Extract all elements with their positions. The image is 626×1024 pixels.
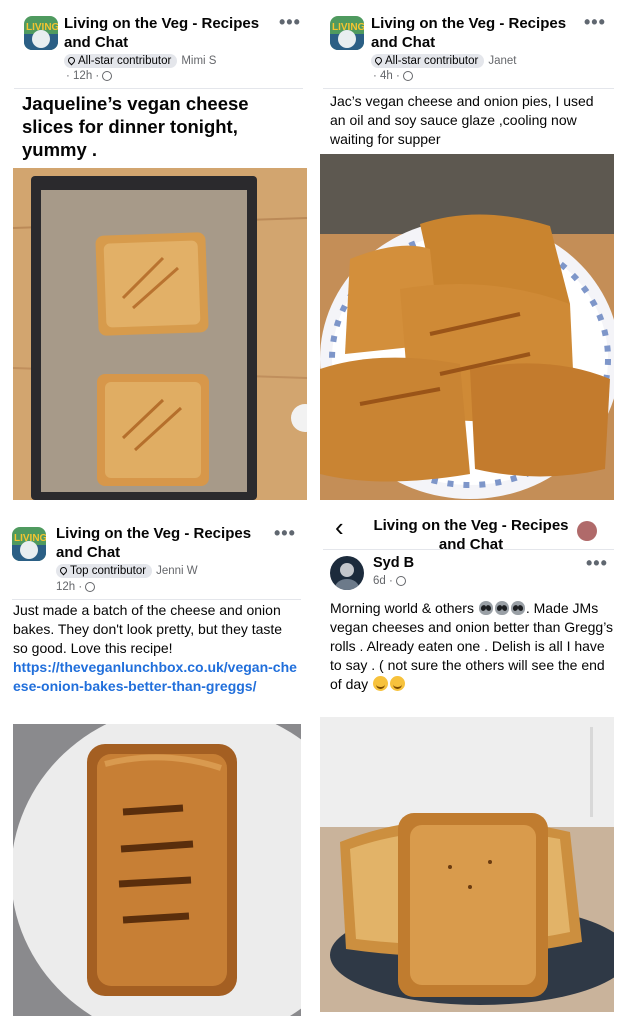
svg-text:LIVING: LIVING (26, 22, 58, 33)
author-name[interactable]: Janet (488, 55, 516, 67)
smile-emoji-icon (390, 676, 406, 691)
post-card-3: LIVING Living on the Veg - Recipes and C… (0, 513, 313, 1024)
award-pin-icon (58, 565, 69, 576)
more-dots-icon[interactable]: ••• (279, 12, 301, 33)
header-title: Living on the Veg - Recipes and Chat (373, 517, 569, 552)
post-card-2: LIVING Living on the Veg - Recipes and C… (313, 0, 626, 505)
post-card-4: ‹ Living on the Veg - Recipes and Chat S… (313, 505, 626, 1024)
divider (323, 549, 614, 550)
post-caption: Just made a batch of the cheese and onio… (13, 602, 297, 696)
group-name[interactable]: Living on the Veg - Recipes and Chat (64, 14, 276, 52)
svg-text:LIVING: LIVING (332, 22, 364, 33)
globe-icon (395, 576, 406, 586)
post-time[interactable]: · 4h · (373, 70, 413, 82)
profile-avatar[interactable] (577, 521, 597, 541)
group-name[interactable]: Living on the Veg - Recipes and Chat (371, 14, 583, 52)
contributor-badge[interactable]: Top contributor (56, 564, 153, 578)
contributor-badge[interactable]: All-star contributor (371, 54, 485, 68)
author-name[interactable]: Syd B (373, 555, 414, 571)
alien-emoji-icon (494, 601, 509, 615)
post-photo[interactable] (320, 717, 614, 1012)
award-pin-icon (66, 55, 77, 66)
post-time[interactable]: · 12h · (66, 70, 113, 82)
author-avatar[interactable] (330, 556, 364, 590)
more-dots-icon[interactable]: ••• (584, 12, 606, 33)
post-photo[interactable] (13, 724, 301, 1016)
divider (14, 88, 303, 89)
post-time[interactable]: 12h · (56, 581, 96, 593)
post-caption: Jaqueline’s vegan cheese slices for dinn… (22, 93, 249, 160)
globe-icon (402, 71, 413, 81)
smile-emoji-icon (373, 676, 389, 691)
author-name[interactable]: Mimi S (181, 55, 216, 67)
more-dots-icon[interactable]: ••• (586, 553, 608, 574)
post-time[interactable]: 6d · (373, 575, 406, 587)
award-pin-icon (373, 55, 384, 66)
group-name[interactable]: Living on the Veg - Recipes and Chat (56, 524, 270, 562)
divider (12, 599, 301, 600)
post-photo[interactable] (13, 168, 307, 500)
back-chevron-icon[interactable]: ‹ (335, 514, 344, 540)
divider (323, 88, 614, 89)
alien-emoji-icon (478, 601, 493, 615)
contributor-badge[interactable]: All-star contributor (64, 54, 178, 68)
more-dots-icon[interactable]: ••• (274, 523, 296, 544)
post-caption: Morning world & others . Made JMs vegan … (330, 600, 614, 692)
alien-emoji-icon (510, 601, 525, 615)
contributor-row: All-star contributor Mimi S (64, 54, 216, 68)
post-caption: Jac’s vegan cheese and onion pies, I use… (330, 93, 594, 147)
group-avatar[interactable]: LIVING (24, 16, 58, 50)
group-avatar[interactable]: LIVING (330, 16, 364, 50)
contributor-row: All-star contributor Janet (371, 54, 516, 68)
recipe-link[interactable]: https://theveganlunchbox.co.uk/vegan-che… (13, 658, 297, 696)
contributor-row: Top contributor Jenni W (56, 564, 198, 578)
globe-icon (85, 582, 96, 592)
author-name[interactable]: Jenni W (156, 565, 198, 577)
globe-icon (102, 71, 113, 81)
group-avatar[interactable]: LIVING (12, 527, 46, 561)
post-photo[interactable] (320, 154, 614, 500)
svg-text:LIVING: LIVING (14, 533, 46, 544)
post-card-1: LIVING Living on the Veg - Recipes and C… (0, 0, 313, 505)
